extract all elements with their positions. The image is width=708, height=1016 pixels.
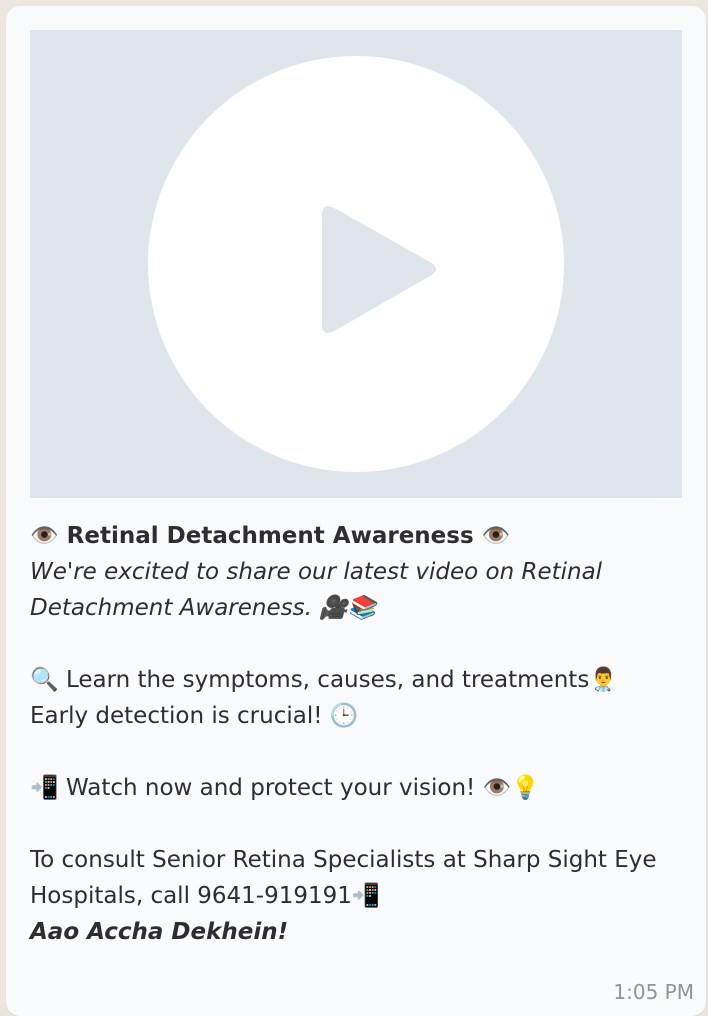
learn-line: 🔍 Learn the symptoms, causes, and treatm…: [30, 667, 618, 693]
watch-line: 📲 Watch now and protect your vision! 👁️💡: [30, 775, 540, 801]
message-headline: 👁️ Retinal Detachment Awareness 👁️: [30, 518, 680, 554]
consult-line: Hospitals, call 9641-919191📲: [30, 883, 381, 909]
message-timestamp: 1:05 PM: [613, 980, 694, 1004]
play-button[interactable]: [148, 56, 564, 472]
eye-icon: 👁️: [481, 523, 511, 549]
bubble-tail: [6, 986, 16, 1006]
message-bubble: 👁️ Retinal Detachment Awareness 👁️ We're…: [6, 6, 706, 1016]
play-icon: [322, 206, 436, 333]
tagline: Aao Accha Dekhein!: [30, 919, 289, 945]
consult-line: To consult Senior Retina Specialists at …: [30, 847, 657, 873]
intro-line: Detachment Awareness. 🎥📚: [30, 595, 377, 621]
video-thumbnail[interactable]: [30, 30, 682, 498]
intro-line: We're excited to share our latest video …: [30, 559, 603, 585]
message-text: 👁️ Retinal Detachment Awareness 👁️ We're…: [30, 518, 680, 950]
eye-icon: 👁️: [30, 523, 59, 549]
early-detection-line: Early detection is crucial! 🕒: [30, 703, 359, 729]
headline-text: Retinal Detachment Awareness: [66, 523, 474, 549]
